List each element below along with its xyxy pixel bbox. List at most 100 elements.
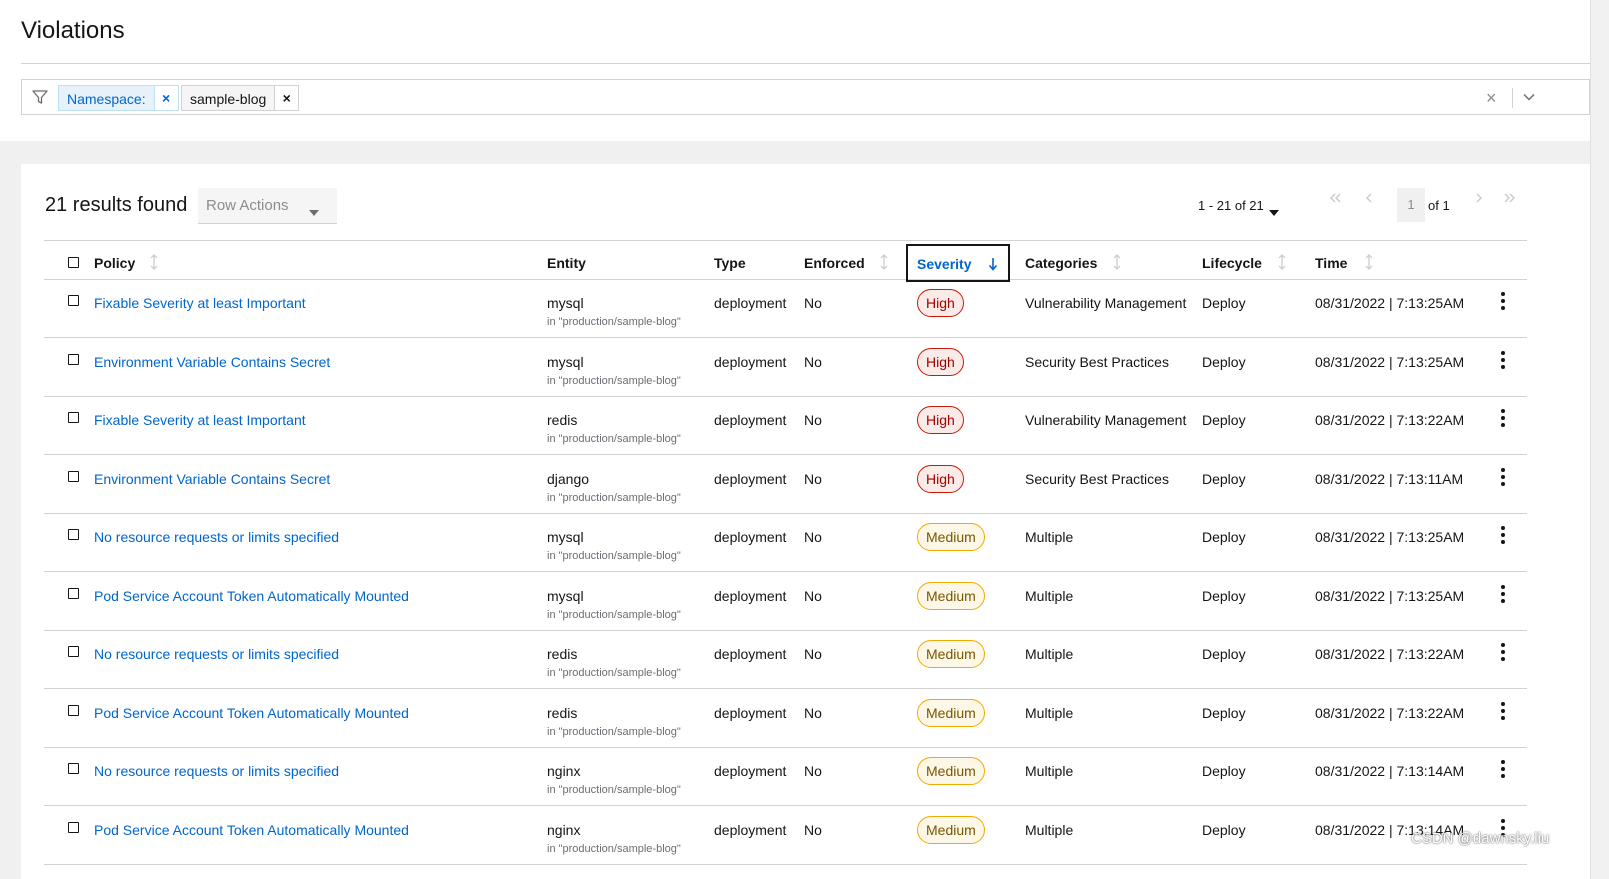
row-actions-dropdown[interactable]: Row Actions (198, 188, 337, 224)
filter-chip-value: sample-blog (181, 85, 276, 111)
first-page-icon[interactable] (1328, 191, 1342, 210)
pagination-range[interactable]: 1 - 21 of 21 (1198, 198, 1264, 213)
entity-name: mysql (547, 295, 584, 311)
sort-icon[interactable] (1364, 254, 1374, 275)
entity-name: redis (547, 704, 578, 721)
divider (21, 63, 1590, 64)
column-header-policy[interactable]: Policy (94, 255, 135, 271)
page-number-input[interactable]: 1 (1397, 188, 1425, 222)
filter-bar[interactable]: Namespace: × sample-blog × × (21, 79, 1590, 115)
policy-link[interactable]: Pod Service Account Token Automatically … (94, 822, 409, 838)
row-checkbox[interactable] (68, 353, 79, 365)
enforced-value: No (804, 646, 822, 662)
entity-namespace: in "production/sample-blog" (547, 316, 681, 328)
policy-link[interactable]: Fixable Severity at least Important (94, 412, 306, 428)
severity-badge: Medium (917, 698, 985, 727)
entity-type: deployment (714, 646, 787, 662)
sort-icon[interactable] (879, 254, 889, 275)
sort-down-icon (988, 256, 998, 277)
time-value: 08/31/2022 | 7:13:22AM (1315, 646, 1465, 662)
severity-badge: Medium (917, 757, 985, 785)
column-header-time[interactable]: Time (1315, 255, 1347, 271)
chevron-down-icon[interactable] (1522, 90, 1536, 109)
kebab-icon[interactable] (1498, 467, 1508, 486)
severity-badge: High (917, 347, 964, 376)
kebab-icon[interactable] (1498, 760, 1508, 778)
column-header-type: Type (714, 255, 746, 271)
clear-filters-close-icon[interactable]: × (1486, 89, 1497, 107)
table-row: Environment Variable Contains Secret mysq… (44, 339, 1527, 397)
row-checkbox[interactable] (68, 295, 79, 306)
policy-link[interactable]: No resource requests or limits specified (94, 763, 339, 779)
severity-header-label: Severity (917, 256, 972, 272)
entity-namespace: in "production/sample-blog" (547, 374, 681, 387)
lifecycle-value: Deploy (1202, 412, 1246, 428)
kebab-icon[interactable] (1498, 350, 1508, 369)
time-value: 08/31/2022 | 7:13:11AM (1315, 470, 1464, 487)
table-row: Pod Service Account Token Automatically … (44, 573, 1527, 631)
policy-link[interactable]: Pod Service Account Token Automatically … (94, 705, 409, 721)
entity-name: nginx (547, 821, 581, 838)
table-row: No resource requests or limits specified… (44, 631, 1527, 689)
entity-namespace: in "production/sample-blog" (547, 433, 681, 445)
row-checkbox[interactable] (68, 412, 79, 423)
previous-page-icon[interactable] (1362, 191, 1376, 210)
lifecycle-value: Deploy (1202, 529, 1246, 545)
lifecycle-value: Deploy (1202, 470, 1246, 487)
kebab-icon[interactable] (1498, 701, 1508, 720)
select-all-checkbox[interactable] (68, 257, 79, 268)
policy-link[interactable]: Environment Variable Contains Secret (94, 354, 330, 370)
category-value: Multiple (1025, 587, 1074, 604)
enforced-value: No (804, 763, 822, 779)
category-value: Multiple (1025, 763, 1074, 779)
sort-icon[interactable] (1112, 254, 1122, 275)
time-value: 08/31/2022 | 7:13:25AM (1315, 529, 1465, 545)
category-value: Security Best Practices (1025, 470, 1169, 487)
row-checkbox[interactable] (68, 821, 79, 833)
entity-name: redis (547, 412, 578, 428)
entity-namespace: in "production/sample-blog" (547, 491, 681, 504)
category-value: Vulnerability Management (1025, 295, 1187, 311)
remove-value-chip-close-icon[interactable]: × (275, 85, 300, 111)
kebab-icon[interactable] (1498, 643, 1508, 661)
column-header-lifecycle[interactable]: Lifecycle (1202, 255, 1262, 271)
sort-icon[interactable] (1277, 254, 1287, 275)
policy-link[interactable]: No resource requests or limits specified (94, 529, 339, 545)
row-checkbox[interactable] (68, 704, 79, 716)
policy-link[interactable]: Pod Service Account Token Automatically … (94, 588, 409, 604)
kebab-icon[interactable] (1498, 526, 1508, 544)
enforced-value: No (804, 529, 822, 545)
enforced-value: No (804, 470, 822, 487)
kebab-icon[interactable] (1498, 584, 1508, 603)
page-scrollbar[interactable] (1590, 0, 1609, 879)
entity-namespace: in "production/sample-blog" (547, 784, 681, 796)
enforced-value: No (804, 353, 822, 370)
row-checkbox[interactable] (68, 529, 79, 540)
entity-type: deployment (714, 821, 787, 838)
last-page-icon[interactable] (1503, 191, 1517, 210)
entity-type: deployment (714, 412, 787, 428)
enforced-value: No (804, 704, 822, 721)
lifecycle-value: Deploy (1202, 821, 1246, 838)
remove-key-chip-close-icon[interactable]: × (154, 85, 179, 111)
policy-link[interactable]: No resource requests or limits specified (94, 646, 339, 662)
kebab-icon[interactable] (1498, 292, 1508, 310)
watermark: CSDN @dawnsky.liu (1411, 830, 1550, 847)
next-page-icon[interactable] (1472, 191, 1486, 210)
severity-badge: Medium (917, 523, 985, 551)
lifecycle-value: Deploy (1202, 704, 1246, 721)
policy-link[interactable]: Environment Variable Contains Secret (94, 471, 330, 487)
violations-table-card: 21 results found Row Actions 1 - 21 of 2… (21, 164, 1590, 879)
caret-down-icon[interactable] (1269, 203, 1279, 221)
row-checkbox[interactable] (68, 587, 79, 599)
sort-icon[interactable] (149, 254, 159, 275)
column-header-categories[interactable]: Categories (1025, 255, 1097, 271)
column-header-enforced[interactable]: Enforced (804, 255, 865, 271)
entity-namespace: in "production/sample-blog" (547, 550, 681, 562)
row-checkbox[interactable] (68, 646, 79, 657)
row-checkbox[interactable] (68, 470, 79, 482)
row-checkbox[interactable] (68, 763, 79, 774)
column-header-severity[interactable]: Severity (906, 244, 1010, 282)
kebab-icon[interactable] (1498, 409, 1508, 427)
policy-link[interactable]: Fixable Severity at least Important (94, 295, 306, 311)
